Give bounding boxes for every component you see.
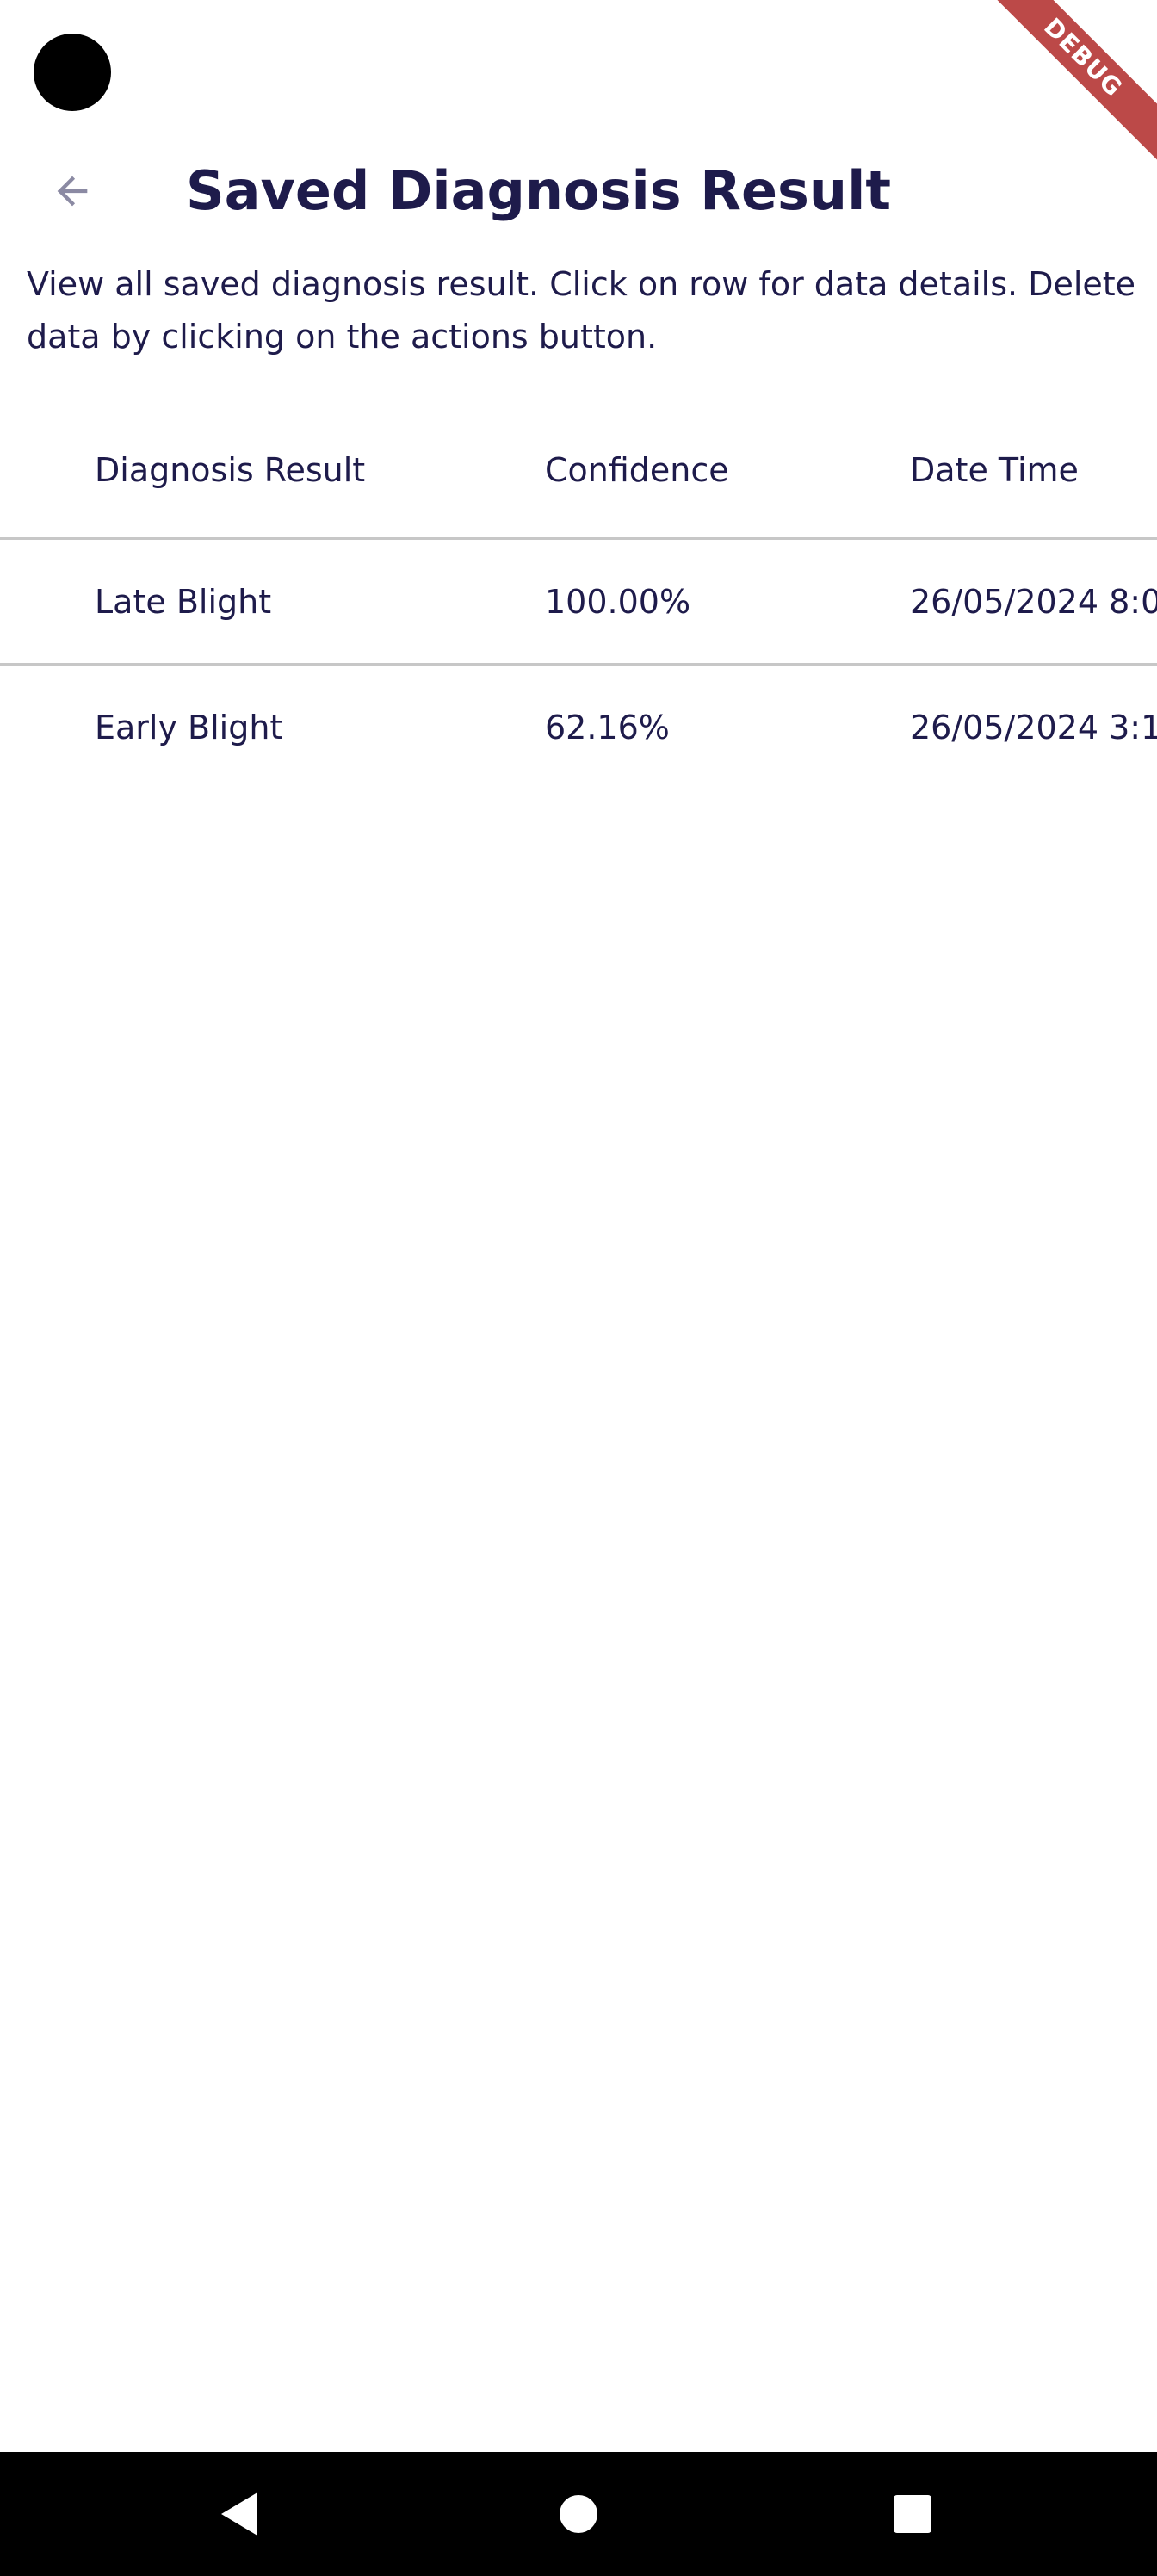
camera-cutout — [34, 34, 111, 111]
table-header: Diagnosis Result Confidence Date Time — [0, 403, 1157, 537]
triangle-back-icon — [221, 2492, 257, 2536]
app-bar: Saved Diagnosis Result — [0, 145, 1157, 238]
back-button[interactable] — [31, 150, 114, 232]
column-header-datetime[interactable]: Date Time — [910, 403, 1079, 537]
table-row[interactable]: Early Blight 62.16% 26/05/2024 3:1 — [0, 663, 1157, 789]
page-title: Saved Diagnosis Result — [186, 159, 891, 222]
nav-home-button[interactable] — [535, 2471, 622, 2557]
diagnosis-table: Diagnosis Result Confidence Date Time La… — [0, 403, 1157, 789]
page-description: View all saved diagnosis result. Click o… — [27, 265, 1136, 356]
column-header-confidence[interactable]: Confidence — [545, 403, 729, 537]
circle-home-icon — [560, 2495, 597, 2533]
nav-back-button[interactable] — [196, 2471, 282, 2557]
cell-datetime: 26/05/2024 8:0 — [910, 582, 1157, 621]
table-row[interactable]: Late Blight 100.00% 26/05/2024 8:0 — [0, 537, 1157, 663]
square-recents-icon — [894, 2495, 931, 2533]
system-navigation-bar — [0, 2452, 1157, 2576]
nav-recents-button[interactable] — [869, 2471, 956, 2557]
cell-confidence: 62.16% — [545, 708, 670, 746]
status-bar — [0, 0, 1157, 145]
cell-confidence: 100.00% — [545, 582, 691, 621]
cell-diagnosis: Late Blight — [95, 582, 272, 621]
screen: DEBUG Saved Diagnosis Result View all sa… — [0, 0, 1157, 2576]
column-header-diagnosis[interactable]: Diagnosis Result — [95, 403, 365, 537]
cell-diagnosis: Early Blight — [95, 708, 283, 746]
cell-datetime: 26/05/2024 3:1 — [910, 708, 1157, 746]
arrow-back-icon — [57, 176, 88, 207]
